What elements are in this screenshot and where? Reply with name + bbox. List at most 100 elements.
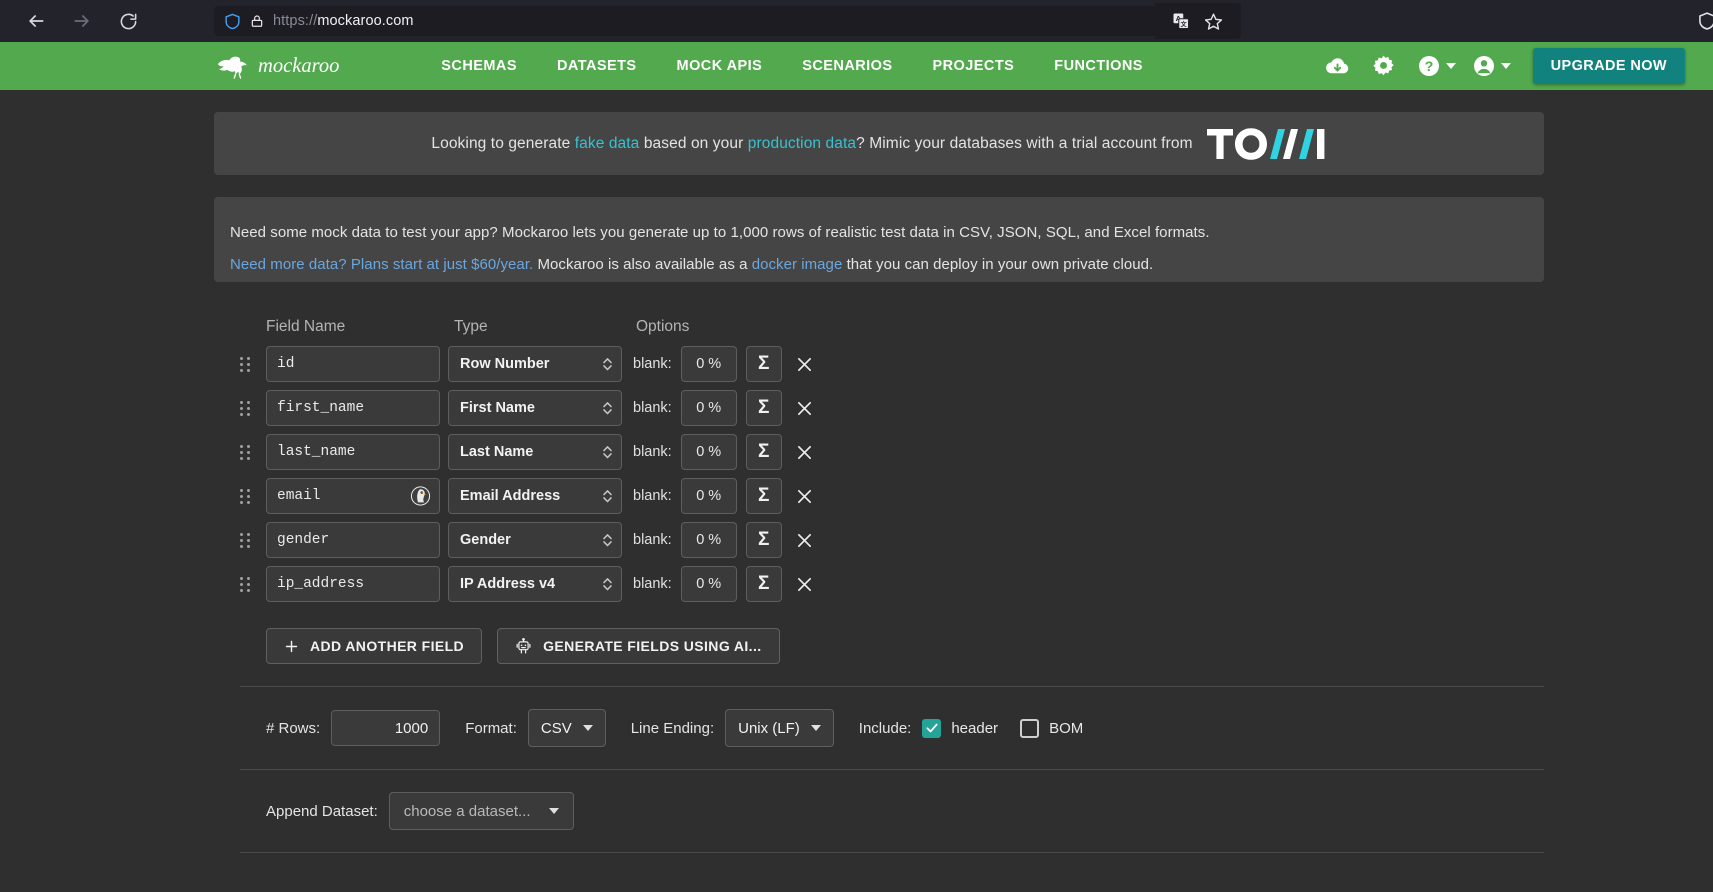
back-button[interactable]	[22, 7, 50, 35]
field-type-select[interactable]: First Name	[448, 390, 622, 426]
rows-label: # Rows:	[266, 719, 321, 737]
field-type-select[interactable]: Row Number	[448, 346, 622, 382]
stepper-icon[interactable]	[602, 577, 613, 592]
extension-shield-button[interactable]	[1693, 7, 1713, 35]
field-name-input[interactable]	[266, 522, 440, 558]
nav-link-mock-apis[interactable]: MOCK APIS	[657, 58, 783, 74]
translate-button[interactable]: A 文	[1167, 7, 1195, 35]
nav-link-scenarios[interactable]: SCENARIOS	[782, 58, 912, 74]
promo-part3: ? Mimic your databases with a trial acco…	[856, 134, 1193, 152]
header-checkbox[interactable]	[922, 718, 942, 738]
drag-handle[interactable]	[240, 444, 266, 460]
stepper-icon[interactable]	[602, 489, 613, 504]
tonic-wordmark	[1206, 127, 1324, 160]
field-name-input[interactable]	[266, 346, 440, 382]
blank-label: blank:	[633, 356, 672, 372]
header-type: Type	[454, 318, 488, 335]
drag-dots-icon	[240, 576, 251, 592]
field-type-select[interactable]: Last Name	[448, 434, 622, 470]
drag-handle[interactable]	[240, 400, 266, 416]
header-checkbox-label: header	[951, 719, 999, 737]
cloud-download-button[interactable]	[1315, 46, 1361, 86]
formula-button[interactable]: Σ	[745, 434, 782, 470]
stepper-icon[interactable]	[602, 533, 613, 548]
drag-handle[interactable]	[240, 532, 266, 548]
field-type-cell: Email Address	[448, 478, 622, 514]
blank-percent-input[interactable]: 0 %	[680, 434, 737, 470]
field-type-cell: Row Number	[448, 346, 622, 382]
close-icon	[798, 489, 812, 503]
upgrade-now-button[interactable]: UPGRADE NOW	[1532, 48, 1685, 84]
formula-button[interactable]: Σ	[745, 566, 782, 602]
format-select[interactable]: CSV	[527, 709, 606, 747]
line-ending-select[interactable]: Unix (LF)	[725, 709, 834, 747]
settings-button[interactable]	[1361, 46, 1407, 86]
tonic-logo[interactable]	[1206, 127, 1327, 161]
rows-input[interactable]	[331, 710, 441, 746]
stepper-icon[interactable]	[602, 357, 613, 372]
blank-percent-input[interactable]: 0 %	[680, 390, 737, 426]
blank-percent-input[interactable]: 0 %	[680, 522, 737, 558]
nav-link-projects[interactable]: PROJECTS	[913, 58, 1035, 74]
table-row: Last Name blank: 0 % Σ	[240, 430, 1544, 474]
forward-button[interactable]	[68, 7, 96, 35]
include-label: Include:	[858, 719, 912, 737]
chevron-down-icon	[1500, 63, 1511, 69]
fake-data-link[interactable]: fake data	[575, 135, 640, 152]
delete-field-button[interactable]	[789, 346, 821, 382]
delete-field-button[interactable]	[789, 390, 821, 426]
help-menu-button[interactable]: ?	[1407, 46, 1462, 86]
delete-field-button[interactable]	[789, 566, 821, 602]
append-dataset-select[interactable]: choose a dataset...	[388, 792, 574, 830]
field-name-input[interactable]	[266, 390, 440, 426]
field-name-input[interactable]	[266, 434, 440, 470]
format-value: CSV	[540, 719, 572, 737]
blank-percent-input[interactable]: 0 %	[680, 478, 737, 514]
drag-handle[interactable]	[240, 488, 266, 504]
blank-percent-input[interactable]: 0 %	[680, 346, 737, 382]
bookmark-button[interactable]	[1199, 7, 1227, 35]
append-dataset-row: Append Dataset: choose a dataset...	[240, 792, 1544, 830]
docker-image-link[interactable]: docker image	[752, 256, 843, 273]
field-name-input[interactable]	[266, 566, 440, 602]
drag-handle[interactable]	[240, 356, 266, 372]
formula-button[interactable]: Σ	[745, 390, 782, 426]
generate-fields-ai-button[interactable]: GENERATE FIELDS USING AI...	[497, 628, 780, 664]
nav-link-functions[interactable]: FUNCTIONS	[1034, 58, 1163, 74]
delete-field-button[interactable]	[789, 478, 821, 514]
production-data-link[interactable]: production data	[748, 135, 856, 152]
tonic-promo-banner[interactable]: Looking to generate fake data based on y…	[214, 112, 1544, 175]
field-name-cell	[266, 566, 440, 602]
mockaroo-logo[interactable]: mockaroo	[214, 42, 388, 90]
divider	[240, 852, 1544, 853]
nav-link-schemas[interactable]: SCHEMAS	[421, 58, 537, 74]
more-data-link[interactable]: Need more data? Plans start at just $60/…	[230, 256, 533, 273]
browser-toolbar: https://mockaroo.com A 文	[0, 0, 1713, 42]
nav-link-datasets[interactable]: DATASETS	[537, 58, 657, 74]
add-another-field-button[interactable]: ADD ANOTHER FIELD	[266, 628, 483, 664]
ddg-shield-icon[interactable]	[224, 13, 241, 30]
account-icon	[1473, 56, 1494, 76]
header-options: Options	[636, 318, 690, 335]
formula-button[interactable]: Σ	[745, 478, 782, 514]
blank-percent-input[interactable]: 0 %	[680, 566, 737, 602]
bom-checkbox[interactable]	[1020, 718, 1040, 738]
delete-field-button[interactable]	[789, 522, 821, 558]
field-type-select[interactable]: Gender	[448, 522, 622, 558]
drag-handle[interactable]	[240, 576, 266, 592]
field-type-select[interactable]: Email Address	[448, 478, 622, 514]
translate-icon: A 文	[1173, 13, 1190, 30]
divider	[240, 769, 1544, 770]
info-line-2: Need more data? Plans start at just $60/…	[230, 249, 1528, 281]
stepper-icon[interactable]	[602, 401, 613, 416]
formula-button[interactable]: Σ	[745, 522, 782, 558]
ddg-email-protection-icon[interactable]	[410, 486, 431, 507]
reload-button[interactable]	[114, 7, 142, 35]
delete-field-button[interactable]	[789, 434, 821, 470]
stepper-icon[interactable]	[602, 445, 613, 460]
formula-button[interactable]: Σ	[745, 346, 782, 382]
account-menu-button[interactable]	[1462, 46, 1517, 86]
address-bar[interactable]: https://mockaroo.com	[214, 6, 1169, 36]
field-name-cell	[266, 390, 440, 426]
field-type-select[interactable]: IP Address v4	[448, 566, 622, 602]
